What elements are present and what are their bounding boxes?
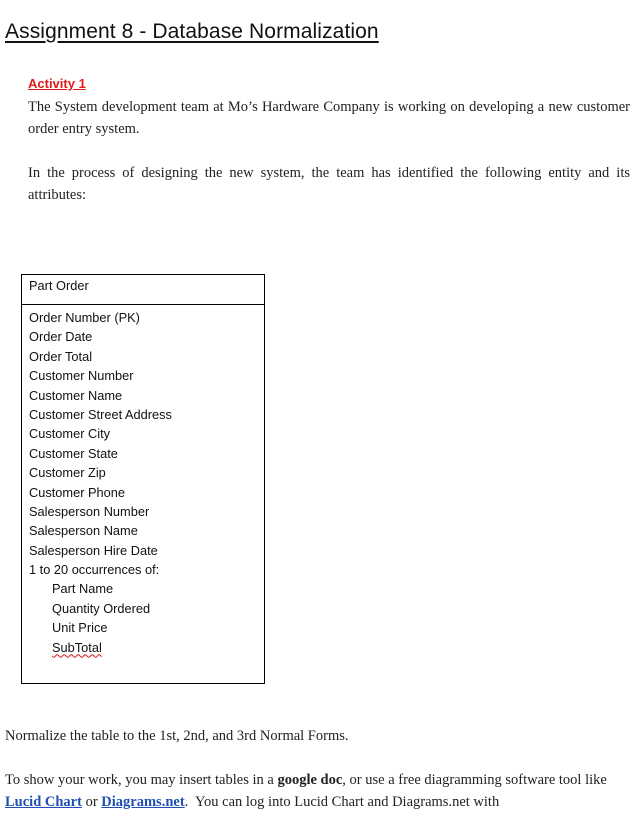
diagrams-net-link[interactable]: Diagrams.net xyxy=(101,794,184,810)
attribute-item: Customer Street Address xyxy=(29,406,172,422)
attribute-item: Customer Zip xyxy=(29,465,106,481)
entity-intro-paragraph: In the process of designing the new syst… xyxy=(28,165,630,203)
attribute-item: Order Date xyxy=(29,329,93,345)
attribute-item: Salesperson Hire Date xyxy=(29,542,158,558)
attribute-group-label: 1 to 20 occurrences of: xyxy=(29,562,160,578)
attribute-item: Customer Number xyxy=(29,368,134,384)
attribute-item: Customer Phone xyxy=(29,484,126,500)
attribute-item: Customer Name xyxy=(29,387,123,403)
attribute-item: Order Number (PK) xyxy=(29,310,140,325)
attribute-item: Salesperson Name xyxy=(29,523,138,539)
attribute-item: Customer City xyxy=(29,426,111,442)
spellcheck-flagged-word[interactable]: SubTotal xyxy=(52,640,102,655)
work-paragraph: To show your work, you may insert tables… xyxy=(5,769,625,813)
bold-google-doc: google doc xyxy=(277,772,343,788)
attribute-item: Customer State xyxy=(29,445,118,461)
attribute-item: Order Total xyxy=(29,348,93,364)
sub-attribute-item: Part Name xyxy=(52,581,114,597)
sub-attribute-item-spellcheck: SubTotal xyxy=(29,638,264,657)
work-text-3: or xyxy=(81,794,102,810)
activity-heading: Activity 1 xyxy=(28,76,86,91)
intro-paragraph: The System development team at Mo’s Hard… xyxy=(28,99,630,137)
work-text-4: . You can log into Lucid Chart and Diagr… xyxy=(184,794,500,810)
attribute-item: Salesperson Number xyxy=(29,503,150,519)
sub-attribute-item: Quantity Ordered xyxy=(52,600,151,616)
work-text-2: , or use a free diagramming software too… xyxy=(342,772,607,788)
sub-attribute-item: Unit Price xyxy=(52,620,108,636)
document-title: Assignment 8 - Database Normalization xyxy=(5,20,379,43)
entity-name: Part Order xyxy=(22,275,264,305)
entity-box: Part Order Order Number (PK) Order Date … xyxy=(21,274,265,684)
work-text-1: To show your work, you may insert tables… xyxy=(5,772,278,788)
instruction-paragraph: Normalize the table to the 1st, 2nd, and… xyxy=(5,728,349,744)
attribute-list: Order Number (PK) Order Date Order Total… xyxy=(22,305,264,657)
lucid-chart-link[interactable]: Lucid Chart xyxy=(5,794,82,810)
